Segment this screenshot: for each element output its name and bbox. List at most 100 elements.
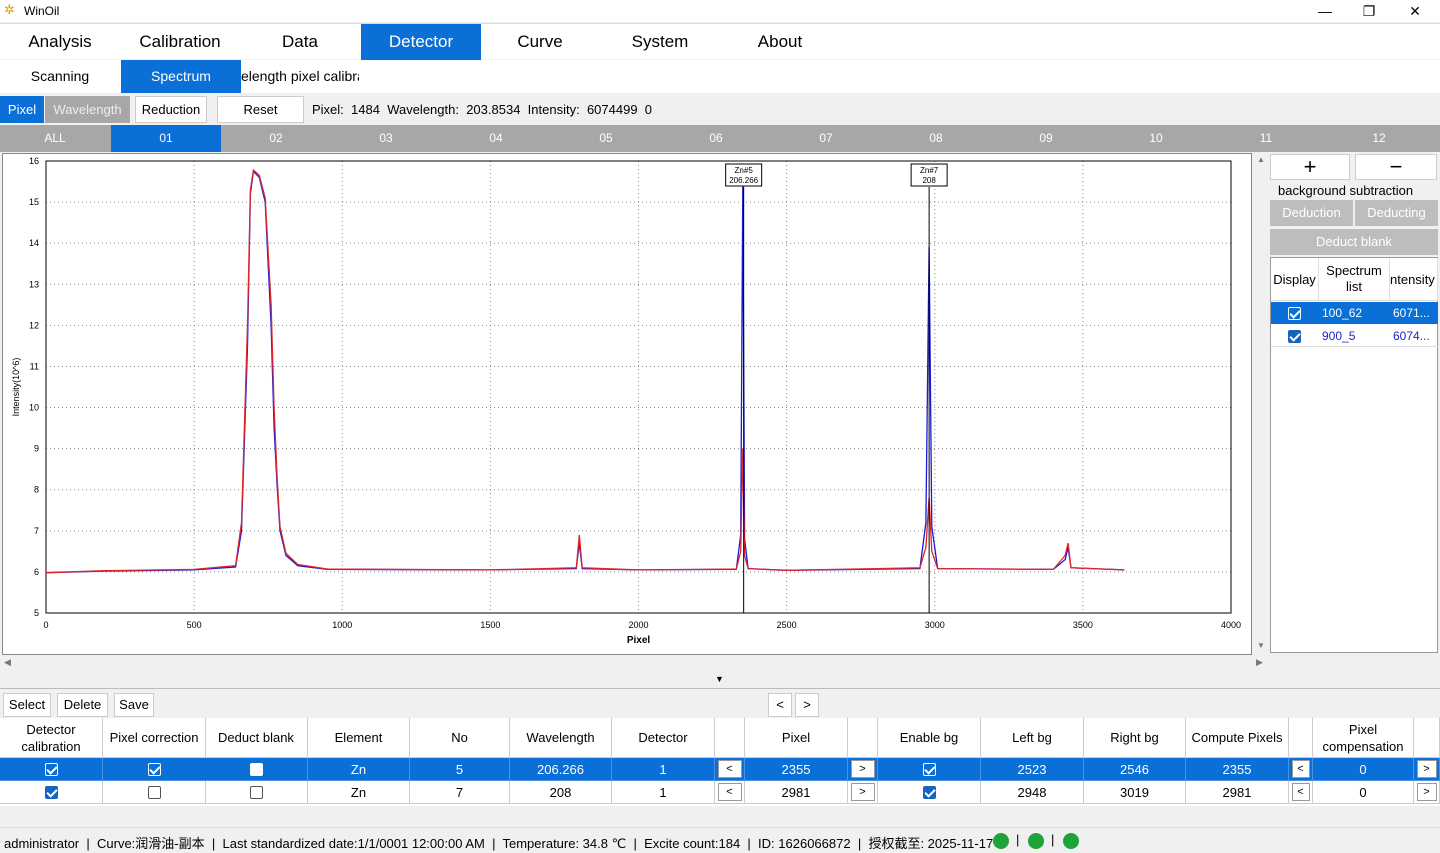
scroll-down-icon[interactable]: ▼ bbox=[1257, 641, 1265, 650]
spectrum-chart-svg[interactable]: 0 500 1000 1500 2000 2500 3000 3500 4000 5 6 7 8 9 10 1… bbox=[3, 154, 1251, 654]
compensation-increment-button[interactable]: > bbox=[1416, 783, 1437, 801]
compensation-decrement-button[interactable]: < bbox=[1291, 783, 1310, 801]
menu-calibration[interactable]: Calibration bbox=[120, 24, 240, 60]
detector-tab-01[interactable]: 01 bbox=[111, 125, 221, 152]
spectrum-chart[interactable]: 0 500 1000 1500 2000 2500 3000 3500 4000 5 6 7 8 9 10 1… bbox=[2, 153, 1252, 655]
deduct-blank-checkbox[interactable] bbox=[249, 785, 263, 799]
y-tick-label: 15 bbox=[29, 197, 39, 207]
header-pixel[interactable]: Pixel bbox=[745, 718, 848, 758]
header-compute-pixels[interactable]: Compute Pixels bbox=[1186, 718, 1289, 758]
menu-curve[interactable]: Curve bbox=[480, 24, 600, 60]
spectrum-row[interactable]: 100_62 6071... bbox=[1271, 302, 1438, 324]
header-enable-bg[interactable]: Enable bg bbox=[878, 718, 981, 758]
maximize-icon[interactable]: ❐ bbox=[1346, 0, 1392, 22]
header-pixel-compensation[interactable]: Pixel compensation bbox=[1313, 718, 1414, 758]
detector-tab-06[interactable]: 06 bbox=[661, 125, 771, 152]
submenu-spectrum[interactable]: Spectrum bbox=[121, 60, 241, 93]
display-checkbox[interactable] bbox=[1288, 329, 1301, 344]
pixel-increment-button[interactable]: > bbox=[850, 783, 875, 801]
zoom-in-button[interactable]: + bbox=[1270, 154, 1350, 180]
x-tick-label: 1500 bbox=[480, 620, 500, 630]
header-element[interactable]: Element bbox=[308, 718, 410, 758]
pixel-mode-button[interactable]: Pixel bbox=[0, 96, 44, 123]
peak-marker-element: Zn#7 bbox=[920, 166, 939, 175]
enable-bg-checkbox[interactable] bbox=[922, 762, 936, 776]
pixel-correction-checkbox[interactable] bbox=[147, 785, 161, 799]
header-pixel-correction[interactable]: Pixel correction bbox=[103, 718, 206, 758]
detector-tab-05[interactable]: 05 bbox=[551, 125, 661, 152]
header-compensation-decrement[interactable] bbox=[1289, 718, 1313, 758]
header-pixel-increment[interactable] bbox=[848, 718, 878, 758]
y-axis-label: Intensity(10^6) bbox=[11, 358, 21, 417]
menu-analysis[interactable]: Analysis bbox=[0, 24, 120, 60]
detector-tab-04[interactable]: 04 bbox=[441, 125, 551, 152]
vertical-scrollbar[interactable]: ▲ ▼ bbox=[1255, 153, 1267, 653]
detector-tab-07[interactable]: 07 bbox=[771, 125, 881, 152]
cell-enable-bg bbox=[878, 781, 981, 804]
header-wavelength[interactable]: Wavelength bbox=[510, 718, 612, 758]
menu-data[interactable]: Data bbox=[240, 24, 360, 60]
scroll-right-icon[interactable]: ▶ bbox=[1256, 657, 1263, 668]
header-no[interactable]: No bbox=[410, 718, 510, 758]
menu-system[interactable]: System bbox=[600, 24, 720, 60]
pixel-compensation-cell: 0 bbox=[1359, 784, 1367, 800]
wavelength-mode-button[interactable]: Wavelength bbox=[45, 96, 130, 123]
panel-splitter[interactable]: ▼ bbox=[0, 674, 1440, 686]
scroll-left-icon[interactable]: ◀ bbox=[4, 657, 11, 668]
save-button[interactable]: Save bbox=[114, 693, 154, 717]
page-prev-button[interactable]: < bbox=[768, 693, 792, 717]
delete-button[interactable]: Delete bbox=[57, 693, 108, 717]
y-tick-label: 10 bbox=[29, 403, 39, 413]
detector-tab-02[interactable]: 02 bbox=[221, 125, 331, 152]
header-detector[interactable]: Detector bbox=[612, 718, 715, 758]
deduct-blank-checkbox[interactable] bbox=[249, 762, 263, 776]
reduction-button[interactable]: Reduction bbox=[135, 96, 207, 123]
detector-tab-12[interactable]: 12 bbox=[1324, 125, 1434, 152]
detector-tab-08[interactable]: 08 bbox=[881, 125, 991, 152]
detector-calibration-checkbox[interactable] bbox=[44, 785, 58, 799]
scroll-up-icon[interactable]: ▲ bbox=[1257, 155, 1265, 164]
page-next-button[interactable]: > bbox=[795, 693, 819, 717]
display-checkbox[interactable] bbox=[1288, 306, 1301, 321]
submenu-wavelength-pixel-calibration[interactable]: elength pixel calibra bbox=[241, 60, 359, 93]
deducting-button[interactable]: Deducting bbox=[1355, 200, 1438, 226]
header-spectrum-list: Spectrum list bbox=[1319, 258, 1390, 301]
detector-calibration-checkbox[interactable] bbox=[44, 762, 58, 776]
menu-about[interactable]: About bbox=[720, 24, 840, 60]
close-icon[interactable]: ✕ bbox=[1392, 0, 1438, 22]
select-button[interactable]: Select bbox=[3, 693, 51, 717]
horizontal-scrollbar[interactable]: ◀ ▶ bbox=[2, 657, 1268, 671]
spectrum-row[interactable]: 900_5 6074... bbox=[1271, 325, 1438, 347]
detector-tab-09[interactable]: 09 bbox=[991, 125, 1101, 152]
enable-bg-checkbox[interactable] bbox=[922, 785, 936, 799]
minimize-icon[interactable]: — bbox=[1302, 0, 1348, 22]
cell-detector: 1 bbox=[612, 758, 715, 781]
pixel-increment-button[interactable]: > bbox=[850, 760, 875, 778]
collapse-down-icon[interactable]: ▼ bbox=[715, 674, 724, 684]
pixel-correction-checkbox[interactable] bbox=[147, 762, 161, 776]
header-right-bg[interactable]: Right bg bbox=[1084, 718, 1186, 758]
status-temperature: Temperature: 34.8 ℃ bbox=[502, 836, 627, 851]
compensation-increment-button[interactable]: > bbox=[1416, 760, 1437, 778]
cell-pixel-decrement: < bbox=[715, 758, 745, 781]
header-pixel-decrement[interactable] bbox=[715, 718, 745, 758]
header-detector-calibration[interactable]: Detector calibration bbox=[0, 718, 103, 758]
pixel-decrement-button[interactable]: < bbox=[717, 760, 742, 778]
header-compensation-increment[interactable] bbox=[1414, 718, 1440, 758]
detector-tab-03[interactable]: 03 bbox=[331, 125, 441, 152]
detector-tab-11[interactable]: 11 bbox=[1211, 125, 1321, 152]
header-left-bg[interactable]: Left bg bbox=[981, 718, 1084, 758]
compensation-decrement-button[interactable]: < bbox=[1291, 760, 1310, 778]
grid-toolbar: Select Delete Save < > bbox=[0, 688, 1440, 718]
deduct-blank-button[interactable]: Deduct blank bbox=[1270, 229, 1438, 255]
x-tick-label: 2500 bbox=[777, 620, 797, 630]
menu-detector[interactable]: Detector bbox=[361, 24, 481, 60]
pixel-decrement-button[interactable]: < bbox=[717, 783, 742, 801]
reset-button[interactable]: Reset bbox=[217, 96, 304, 123]
detector-tab-10[interactable]: 10 bbox=[1101, 125, 1211, 152]
header-deduct-blank[interactable]: Deduct blank bbox=[205, 718, 308, 758]
detector-tab-all[interactable]: ALL bbox=[0, 125, 110, 152]
submenu-scanning[interactable]: Scanning bbox=[0, 60, 120, 93]
zoom-out-button[interactable]: − bbox=[1355, 154, 1437, 180]
deduction-button[interactable]: Deduction bbox=[1270, 200, 1353, 226]
